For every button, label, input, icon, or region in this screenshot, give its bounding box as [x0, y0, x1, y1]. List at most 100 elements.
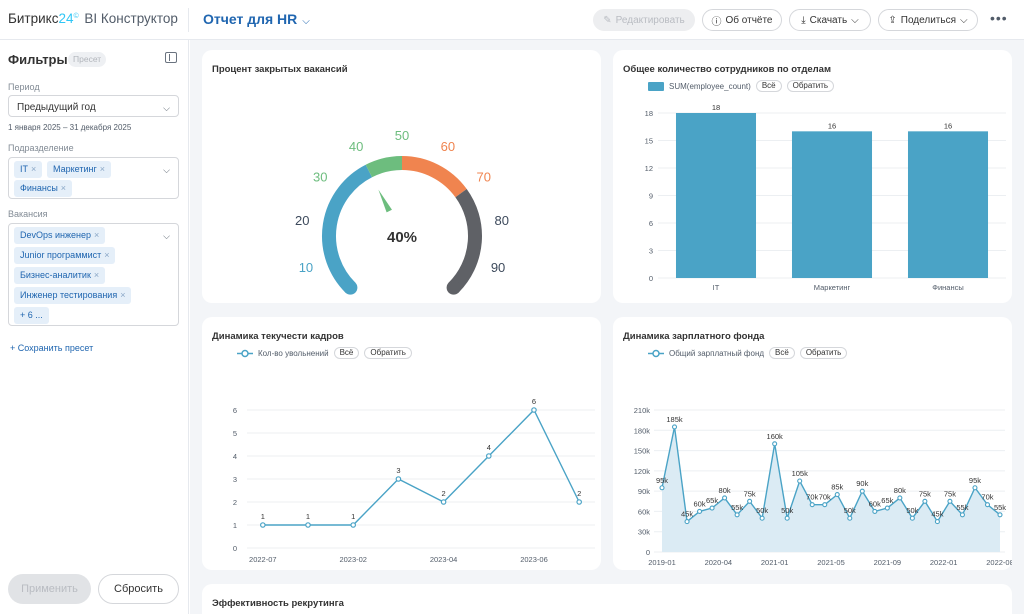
vacancy-multiselect[interactable]: DevOps инженер × Junior программист × Бизн… [8, 223, 179, 326]
share-button-label: Поделиться [900, 14, 957, 26]
tag-label: Инженер тестирования [20, 290, 118, 300]
y-tick-label: 3 [233, 475, 237, 484]
period-value: Предыдущий год [17, 102, 96, 113]
vacancy-tag[interactable]: Бизнес-аналитик × [14, 267, 106, 284]
y-tick-label: 1 [233, 521, 237, 530]
reset-button[interactable]: Сбросить [98, 574, 179, 604]
series-line [262, 408, 580, 526]
chevron-down-icon: ⌵ [163, 231, 170, 241]
data-label: 95k [969, 476, 981, 485]
remove-tag-icon[interactable]: × [31, 164, 36, 174]
data-label: 6 [532, 397, 536, 406]
tag-label: Бизнес-аналитик [20, 270, 91, 280]
apply-button[interactable]: Применить [8, 574, 91, 604]
departments-card: Общее количество сотрудников по отделам … [613, 50, 1012, 303]
x-tick-label: 2023-02 [339, 555, 367, 564]
department-tag[interactable]: Финансы × [14, 180, 73, 197]
remove-tag-icon[interactable]: × [100, 164, 105, 174]
remove-tag-icon[interactable]: × [94, 230, 99, 240]
remove-tag-icon[interactable]: × [104, 250, 109, 260]
department-tag[interactable]: IT × [14, 161, 43, 178]
data-point [847, 515, 853, 521]
bar [791, 131, 873, 278]
bar [675, 113, 757, 278]
brand-logo[interactable]: Битрикс24© BI Конструктор [8, 11, 178, 26]
brand-product: BI Конструктор [84, 11, 178, 26]
data-label: 55k [731, 503, 743, 512]
data-label: 65k [706, 496, 718, 505]
report-title-dropdown[interactable]: Отчет для HR ⌵ [203, 11, 310, 27]
data-label: 70k [981, 493, 993, 502]
data-label: 85k [831, 483, 843, 492]
brand-mark: © [73, 12, 79, 20]
chevron-down-icon: ⌵ [960, 14, 968, 26]
date-range: 1 января 2025 – 31 декабря 2025 [8, 123, 132, 132]
x-tick-label: 2021-05 [817, 558, 845, 567]
data-label: 105k [792, 469, 809, 478]
y-tick-label: 30k [638, 528, 650, 537]
x-tick-label: Финансы [932, 283, 964, 292]
vacancy-tag[interactable]: DevOps инженер × [14, 227, 106, 244]
data-label: 160k [767, 432, 784, 441]
top-bar: Битрикс24© BI Конструктор Отчет для HR ⌵ … [0, 0, 1024, 40]
y-tick-label: 0 [233, 544, 237, 553]
gauge-chart: 0 10 20 30 40 50 60 70 80 90 100 40% [295, 128, 509, 303]
vacancy-tag[interactable]: Junior программист × [14, 247, 116, 264]
about-report-button[interactable]: ⓘ Об отчёте [702, 9, 782, 31]
tag-label: Маркетинг [53, 164, 97, 174]
chevron-down-icon: ⌵ [163, 103, 170, 113]
y-tick-label: 3 [649, 247, 653, 256]
x-tick-label: 2022-08 [986, 558, 1012, 567]
download-icon: ⤓ [801, 14, 806, 26]
remove-tag-icon[interactable]: × [94, 270, 99, 280]
data-point [797, 478, 803, 484]
department-multiselect[interactable]: IT × Маркетинг × Финансы × ⌵ [8, 157, 179, 199]
y-tick-label: 180k [634, 426, 651, 435]
data-label: 60k [869, 499, 881, 508]
data-label: 70k [819, 493, 831, 502]
data-point [822, 502, 828, 508]
data-point [934, 519, 940, 525]
data-point [997, 512, 1003, 518]
period-select[interactable]: Предыдущий год ⌵ [8, 95, 179, 117]
brand-number: 24 [58, 11, 74, 26]
y-tick-label: 6 [233, 406, 237, 415]
data-label: 70k [806, 493, 818, 502]
save-preset-link[interactable]: + Сохранить пресет [10, 343, 93, 353]
y-tick-label: 120k [634, 467, 651, 476]
data-point [576, 499, 582, 505]
data-label: 75k [744, 489, 756, 498]
y-tick-label: 18 [645, 109, 653, 118]
data-label: 50k [844, 506, 856, 515]
data-point [697, 508, 703, 514]
gauge-band [322, 164, 373, 293]
data-label: 3 [396, 466, 400, 475]
download-button[interactable]: ⤓ Скачать ⌵ [789, 9, 871, 31]
data-point [984, 502, 991, 508]
data-point [671, 424, 678, 430]
data-point [709, 505, 715, 511]
period-label: Период [8, 82, 40, 92]
collapse-sidebar-icon[interactable] [165, 52, 177, 63]
turnover-line-chart: 0 1 2 3 4 5 6 2022-07 2023-02 2023-04 2023-06 1 1 1 3 2… [233, 397, 595, 564]
vacancy-tag[interactable]: Инженер тестирования × [14, 287, 132, 304]
remove-tag-icon[interactable]: × [61, 183, 66, 193]
dashboard-area: Процент закрытых вакансий 01020304050607… [190, 40, 1024, 614]
x-tick-label: 2021-09 [874, 558, 902, 567]
gauge-needle [378, 189, 392, 213]
data-label: 1 [306, 512, 310, 521]
edit-button[interactable]: ✎ Редактировать [593, 9, 695, 31]
data-point [485, 453, 492, 459]
remove-tag-icon[interactable]: × [120, 290, 125, 300]
department-tag[interactable]: Маркетинг × [47, 161, 112, 178]
preset-badge[interactable]: Пресет [68, 52, 107, 67]
gauge-value-label: 40% [387, 229, 417, 246]
data-point [759, 515, 765, 521]
share-button[interactable]: ⇪ Поделиться ⌵ [878, 9, 978, 31]
gauge-tick-label: 10 [299, 260, 313, 275]
more-vacancies-tag[interactable]: + 6 ... [14, 307, 49, 324]
data-label: 45k [931, 510, 943, 519]
more-options-icon[interactable]: ••• [990, 10, 1008, 26]
departments-bar-chart: 0 3 6 9 12 15 18 18 IT 16 Маркетинг 16 Финансы [645, 103, 1006, 292]
gauge-tick-label: 90 [491, 260, 505, 275]
